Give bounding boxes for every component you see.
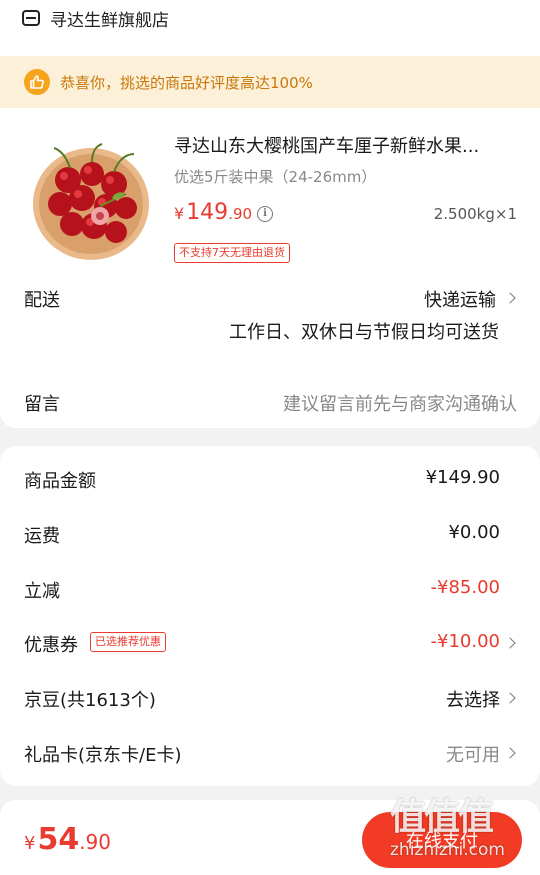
price-currency: ¥ [174,204,185,223]
total-currency: ¥ [24,833,36,854]
praise-banner: 恭喜你，挑选的商品好评度高达100% [0,56,540,108]
total-integer: 54 [37,822,80,857]
coupon-label: 优惠券 [24,635,78,656]
thumbs-up-icon [24,69,50,95]
goods-amount-value: ¥149.90 [425,467,500,488]
price-decimal: .90 [228,205,253,223]
message-label: 留言 [24,394,60,415]
pay-button[interactable]: 在线支付 [362,812,522,868]
coupon-value[interactable]: -¥10.00 [431,631,500,652]
product-spec: 优选5斤装中果（24-26mm） [174,168,377,186]
store-name[interactable]: 寻达生鲜旗舰店 [50,6,169,31]
return-policy-badge: 不支持7天无理由退货 [174,243,290,263]
freight-value: ¥0.00 [448,522,500,543]
freight-label: 运费 [24,526,60,547]
store-icon [22,10,40,26]
info-icon[interactable]: i [257,206,273,222]
discount-value: -¥85.00 [430,577,500,598]
summary-card [0,446,540,786]
price-integer: 149 [186,200,229,225]
gift-card-label: 礼品卡(京东卡/E卡) [24,745,182,766]
product-title[interactable]: 寻达山东大樱桃国产车厘子新鲜水果... [174,132,524,158]
delivery-label: 配送 [24,290,60,311]
gift-card-value[interactable]: 无可用 [446,741,500,767]
total-decimal: .90 [79,830,112,854]
product-image[interactable] [30,140,152,262]
coupon-badge: 已选推荐优惠 [90,632,166,652]
jd-beans-label: 京豆(共1613个) [24,690,156,711]
store-header[interactable]: 寻达生鲜旗舰店 [22,4,169,32]
jd-beans-select[interactable]: 去选择 [446,686,500,712]
delivery-method[interactable]: 快递运输 [424,286,496,312]
product-quantity: 2.500kg×1 [433,205,517,223]
total-price: ¥ 54 .90 [24,822,111,857]
discount-label: 立减 [24,581,60,602]
delivery-note: 工作日、双休日与节假日均可送货 [229,322,499,343]
message-input[interactable]: 建议留言前先与商家沟通确认 [283,390,517,416]
goods-amount-label: 商品金额 [24,471,96,492]
banner-text: 恭喜你，挑选的商品好评度高达100% [60,73,313,92]
product-price: ¥ 149 .90 [174,200,252,225]
